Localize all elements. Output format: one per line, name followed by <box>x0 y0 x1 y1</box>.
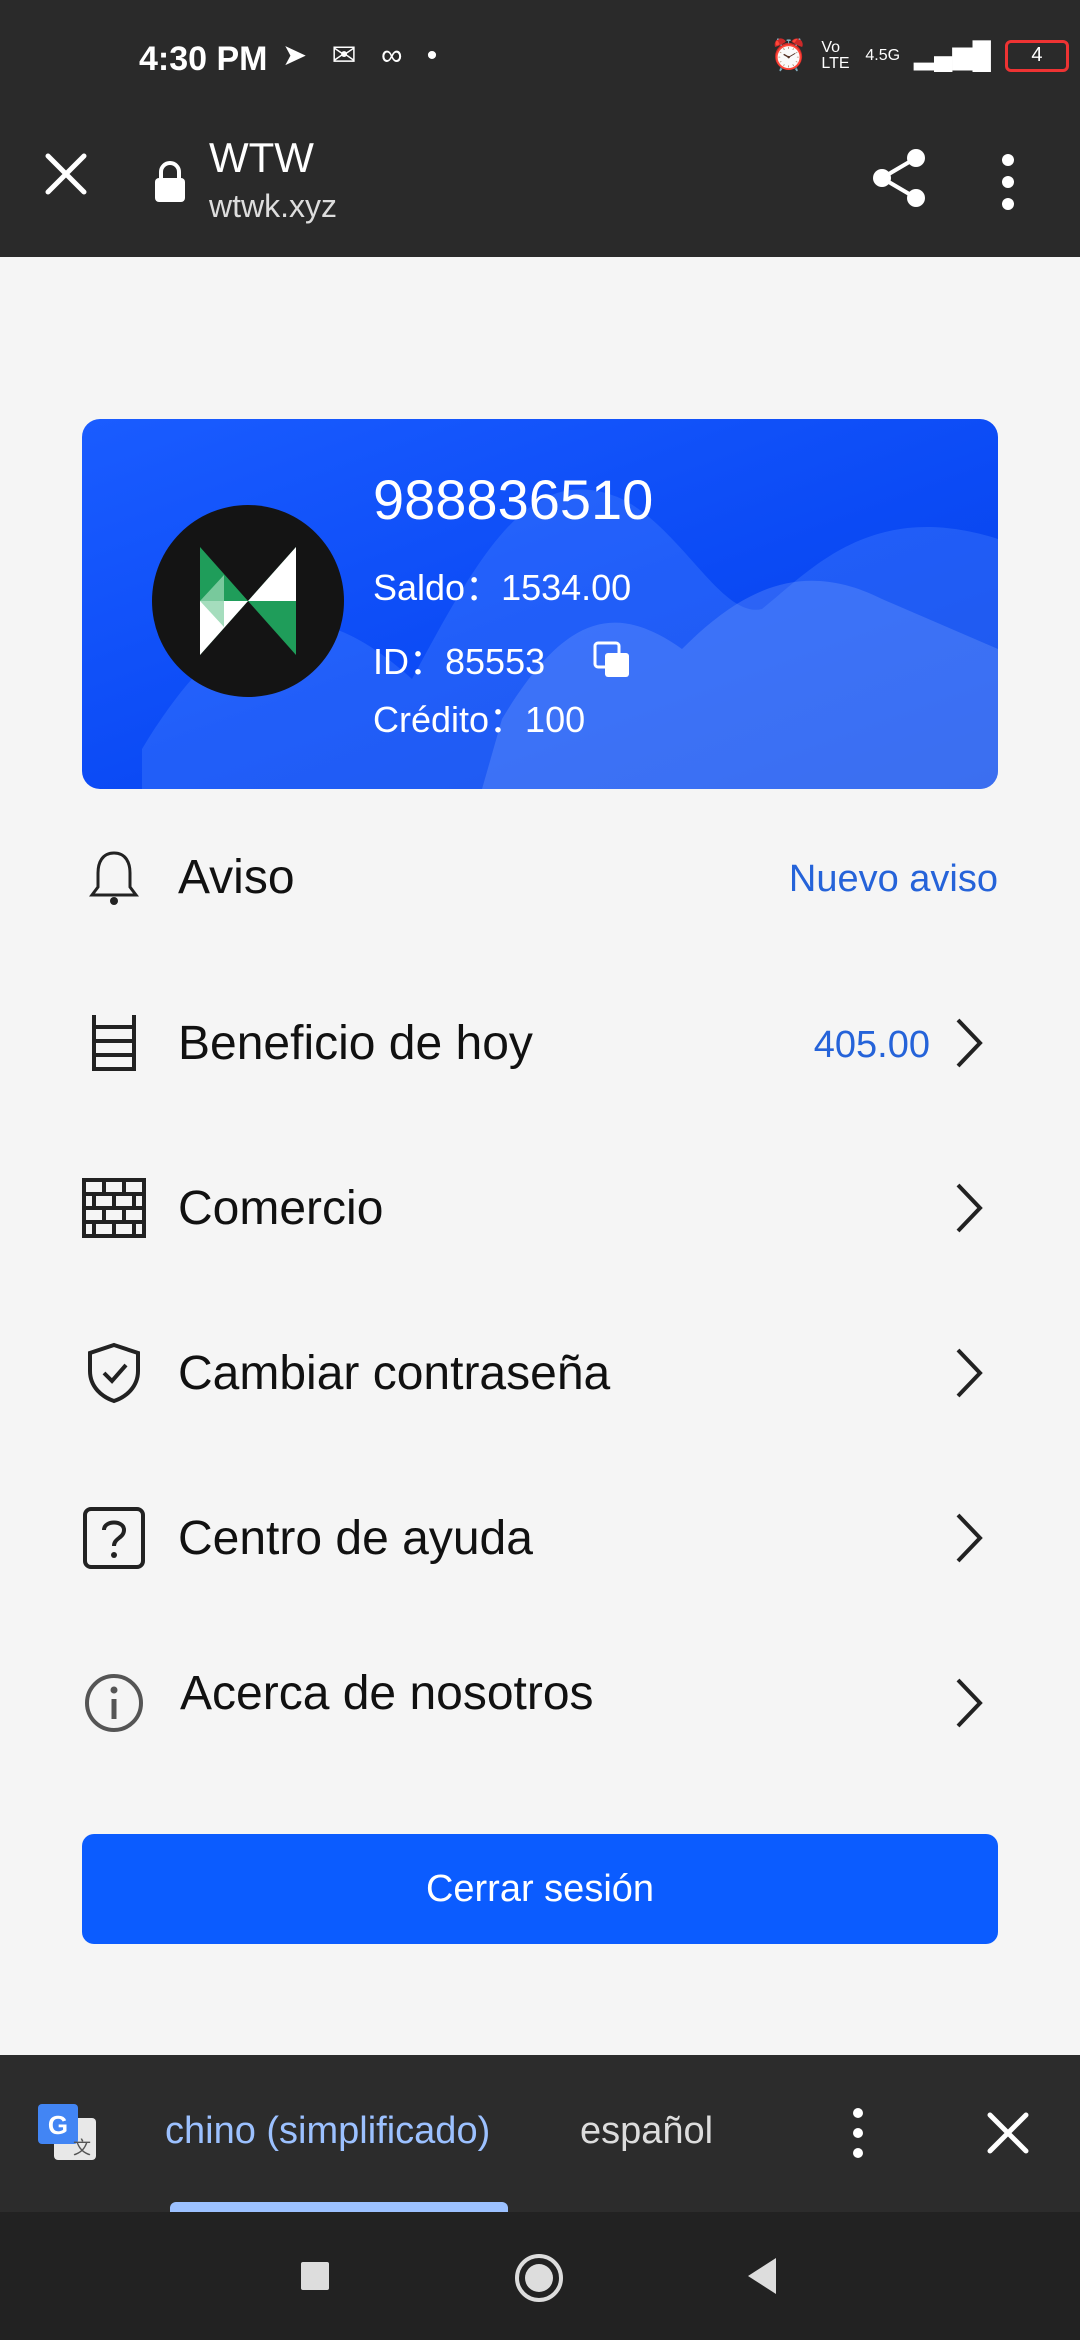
google-translate-icon: G 文 <box>38 2104 96 2160</box>
chevron-right-icon <box>956 1513 983 1563</box>
alarm-icon: ⏰ <box>770 39 808 72</box>
user-id-text: ID：85553 <box>373 641 546 682</box>
outlook-icon: ✉ <box>331 39 365 72</box>
menu-label-today-profit: Beneficio de hoy <box>178 1017 533 1070</box>
profile-card: 988836510 Saldo：1534.00 ID：85553 Crédito… <box>82 419 998 789</box>
menu-label-commerce: Comercio <box>178 1182 384 1235</box>
translate-more-icon[interactable] <box>850 2107 866 2159</box>
chevron-right-icon <box>956 1018 983 1068</box>
menu-label-change-password: Cambiar contraseña <box>178 1347 611 1400</box>
more-options-icon[interactable] <box>1000 152 1016 212</box>
volte-icon: Vo LTE <box>821 38 850 72</box>
info-icon <box>85 1674 143 1732</box>
voicemail-icon: ∞ <box>380 39 411 72</box>
new-notice-link[interactable]: Nuevo aviso <box>742 858 998 901</box>
share-icon[interactable] <box>870 146 930 210</box>
account-number: 988836510 <box>373 468 654 531</box>
credit-text: Crédito：100 <box>373 699 586 740</box>
translate-close-icon[interactable] <box>982 2107 1034 2159</box>
page-url: wtwk.xyz <box>209 188 337 224</box>
menu-label-notice: Aviso <box>178 851 295 904</box>
home-icon[interactable] <box>513 2252 565 2304</box>
brand-logo-icon <box>200 547 296 655</box>
dot-icon: • <box>426 39 446 72</box>
back-icon[interactable] <box>744 2256 780 2296</box>
help-icon <box>83 1507 145 1569</box>
network-type: 4.5G <box>865 46 901 64</box>
battery-level: 4 <box>1031 44 1043 66</box>
status-time: 4:30 PM <box>139 40 268 78</box>
status-bar: 4:30 PM ➤ ✉ ∞ • ⏰ Vo LTE 4.5G ▂▄▆█ 4 <box>0 0 1080 122</box>
close-icon[interactable] <box>40 148 92 200</box>
chevron-right-icon <box>956 1183 983 1233</box>
translate-bar: G 文 chino (simplificado) español <box>0 2055 1080 2212</box>
svg-text:文: 文 <box>73 2138 91 2159</box>
menu-label-help-center: Centro de ayuda <box>178 1512 533 1565</box>
page-title: WTW <box>209 134 314 181</box>
menu-label-about-us: Acerca de nosotros <box>180 1667 594 1720</box>
chevron-right-icon <box>956 1678 983 1728</box>
telegram-icon: ➤ <box>282 39 316 72</box>
menu-item-help-center[interactable]: Centro de ayuda <box>82 1481 998 1591</box>
active-tab-indicator <box>170 2202 508 2212</box>
lock-icon <box>155 161 185 202</box>
signal-icon: ▂▄▆█ <box>914 40 991 70</box>
battery-icon: 4 <box>1004 39 1069 72</box>
menu-item-change-password[interactable]: Cambiar contraseña <box>82 1316 998 1426</box>
svg-text:G: G <box>48 2110 68 2140</box>
menu-item-notice[interactable]: Aviso Nuevo aviso <box>82 820 998 930</box>
today-profit-value: 405.00 <box>813 1024 930 1066</box>
chevron-right-icon <box>956 1348 983 1398</box>
recents-icon[interactable] <box>299 2260 331 2292</box>
ladder-icon <box>92 1015 136 1071</box>
notification-icons: ➤ ✉ ∞ • <box>282 38 445 73</box>
system-nav-bar <box>0 2212 1080 2340</box>
bell-icon <box>89 851 139 905</box>
menu-item-about-us[interactable]: Acerca de nosotros <box>82 1646 998 1756</box>
shield-check-icon <box>88 1342 140 1404</box>
copy-icon[interactable] <box>593 641 633 681</box>
logout-button[interactable]: Cerrar sesión <box>82 1834 998 1944</box>
avatar <box>152 505 344 697</box>
target-language-tab[interactable]: español <box>580 2110 713 2153</box>
balance-text: Saldo：1534.00 <box>373 567 632 608</box>
menu-item-commerce[interactable]: Comercio <box>82 1151 998 1261</box>
source-language-tab[interactable]: chino (simplificado) <box>165 2110 490 2153</box>
system-icons: ⏰ Vo LTE 4.5G ▂▄▆█ 4 <box>770 38 1069 73</box>
brick-wall-icon <box>82 1178 146 1238</box>
menu-item-today-profit[interactable]: Beneficio de hoy 405.00 <box>82 986 998 1096</box>
browser-toolbar: WTW wtwk.xyz <box>0 122 1080 257</box>
